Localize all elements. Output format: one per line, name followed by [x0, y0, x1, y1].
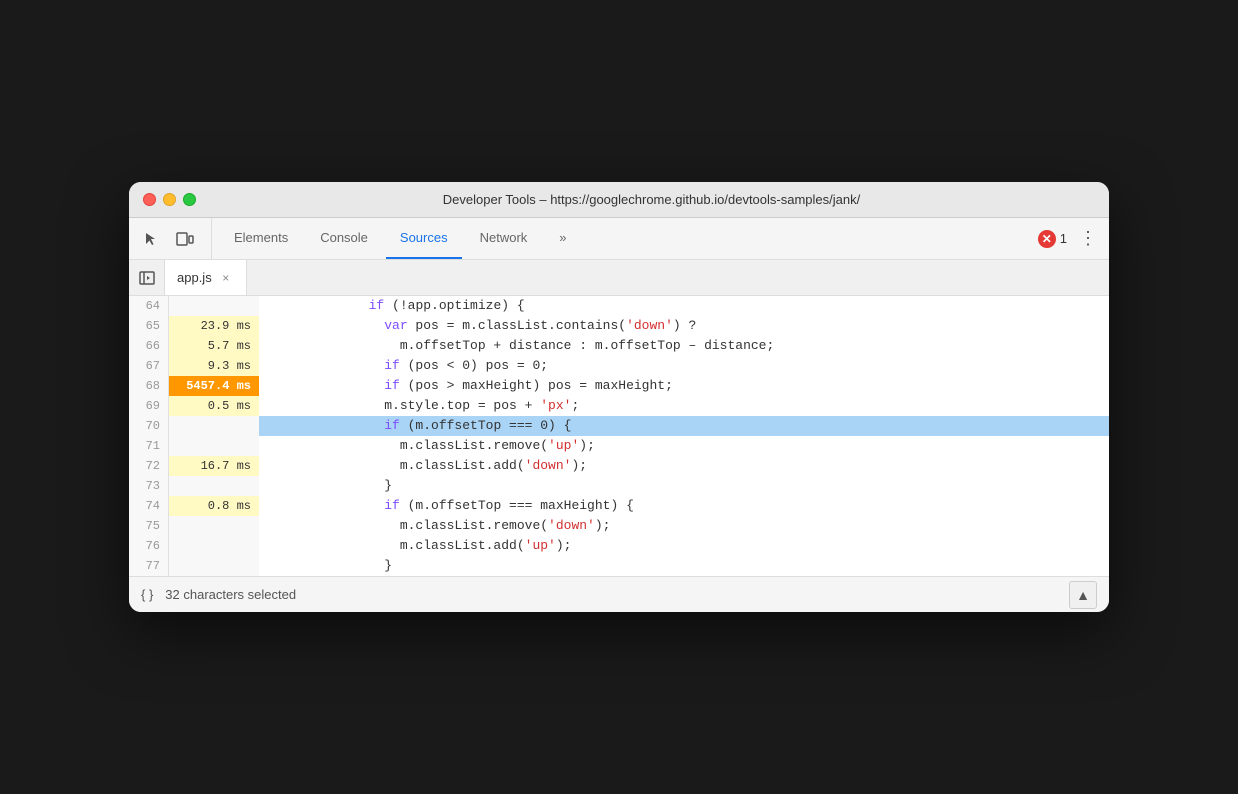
device-toggle-icon[interactable]	[171, 225, 199, 253]
timing-cell: 0.5 ms	[169, 396, 259, 416]
sidebar-toggle-button[interactable]	[129, 260, 165, 296]
tab-elements[interactable]: Elements	[220, 218, 302, 259]
timing-cell: 0.8 ms	[169, 496, 259, 516]
code-content: m.classList.remove('down');	[259, 516, 1109, 536]
line-number: 77	[129, 556, 169, 576]
timing-cell	[169, 416, 259, 436]
line-number: 73	[129, 476, 169, 496]
code-line-76: 76 m.classList.add('up');	[129, 536, 1109, 556]
toolbar-icons	[137, 218, 212, 259]
code-content: }	[259, 476, 1109, 496]
line-number: 68	[129, 376, 169, 396]
line-number: 67	[129, 356, 169, 376]
format-button[interactable]: { }	[141, 587, 153, 602]
code-content: if (pos < 0) pos = 0;	[259, 356, 1109, 376]
format-icon: { }	[141, 587, 153, 602]
line-number: 70	[129, 416, 169, 436]
code-line-72: 7216.7 ms m.classList.add('down');	[129, 456, 1109, 476]
error-count: 1	[1060, 231, 1067, 246]
code-line-73: 73 }	[129, 476, 1109, 496]
timing-cell: 16.7 ms	[169, 456, 259, 476]
window-title: Developer Tools – https://googlechrome.g…	[208, 192, 1095, 207]
scroll-to-top-button[interactable]: ▲	[1069, 581, 1097, 609]
cursor-icon[interactable]	[137, 225, 165, 253]
line-number: 71	[129, 436, 169, 456]
selection-status: 32 characters selected	[165, 587, 1057, 602]
devtools-toolbar: Elements Console Sources Network » ✕ 1 ⋮	[129, 218, 1109, 260]
file-tabbar: app.js ×	[129, 260, 1109, 296]
tab-sources[interactable]: Sources	[386, 218, 462, 259]
maximize-button[interactable]	[183, 193, 196, 206]
statusbar: { } 32 characters selected ▲	[129, 576, 1109, 612]
line-number: 74	[129, 496, 169, 516]
scroll-icon: ▲	[1076, 587, 1090, 603]
code-line-70: 70 if (m.offsetTop === 0) {	[129, 416, 1109, 436]
error-badge[interactable]: ✕ 1	[1038, 230, 1067, 248]
file-tab-appjs[interactable]: app.js ×	[165, 260, 247, 295]
error-icon: ✕	[1038, 230, 1056, 248]
code-content: m.classList.add('up');	[259, 536, 1109, 556]
tab-more[interactable]: »	[545, 218, 580, 259]
timing-cell: 5457.4 ms	[169, 376, 259, 396]
titlebar: Developer Tools – https://googlechrome.g…	[129, 182, 1109, 218]
code-content: if (m.offsetTop === maxHeight) {	[259, 496, 1109, 516]
code-line-75: 75 m.classList.remove('down');	[129, 516, 1109, 536]
code-line-68: 685457.4 ms if (pos > maxHeight) pos = m…	[129, 376, 1109, 396]
code-content: if (!app.optimize) {	[259, 296, 1109, 316]
timing-cell: 5.7 ms	[169, 336, 259, 356]
code-content: m.classList.add('down');	[259, 456, 1109, 476]
code-line-74: 740.8 ms if (m.offsetTop === maxHeight) …	[129, 496, 1109, 516]
timing-cell	[169, 556, 259, 576]
more-menu-button[interactable]: ⋮	[1075, 228, 1101, 249]
toolbar-right: ✕ 1 ⋮	[1038, 218, 1101, 259]
code-line-77: 77 }	[129, 556, 1109, 576]
file-tab-close-button[interactable]: ×	[218, 270, 234, 286]
code-content: if (pos > maxHeight) pos = maxHeight;	[259, 376, 1109, 396]
timing-cell: 9.3 ms	[169, 356, 259, 376]
timing-cell	[169, 516, 259, 536]
line-number: 75	[129, 516, 169, 536]
code-editor[interactable]: 64 if (!app.optimize) {6523.9 ms var pos…	[129, 296, 1109, 576]
line-number: 72	[129, 456, 169, 476]
line-number: 76	[129, 536, 169, 556]
code-content: m.style.top = pos + 'px';	[259, 396, 1109, 416]
timing-cell	[169, 296, 259, 316]
minimize-button[interactable]	[163, 193, 176, 206]
code-content: m.offsetTop + distance : m.offsetTop – d…	[259, 336, 1109, 356]
file-tab-name: app.js	[177, 270, 212, 285]
line-number: 66	[129, 336, 169, 356]
traffic-lights	[143, 193, 196, 206]
close-button[interactable]	[143, 193, 156, 206]
timing-cell	[169, 436, 259, 456]
tab-console[interactable]: Console	[306, 218, 382, 259]
code-line-69: 690.5 ms m.style.top = pos + 'px';	[129, 396, 1109, 416]
code-line-67: 679.3 ms if (pos < 0) pos = 0;	[129, 356, 1109, 376]
code-content: var pos = m.classList.contains('down') ?	[259, 316, 1109, 336]
code-line-66: 665.7 ms m.offsetTop + distance : m.offs…	[129, 336, 1109, 356]
code-line-71: 71 m.classList.remove('up');	[129, 436, 1109, 456]
code-line-64: 64 if (!app.optimize) {	[129, 296, 1109, 316]
timing-cell: 23.9 ms	[169, 316, 259, 336]
line-number: 69	[129, 396, 169, 416]
line-number: 65	[129, 316, 169, 336]
code-content: m.classList.remove('up');	[259, 436, 1109, 456]
tab-network[interactable]: Network	[466, 218, 542, 259]
timing-cell	[169, 476, 259, 496]
timing-cell	[169, 536, 259, 556]
code-line-65: 6523.9 ms var pos = m.classList.contains…	[129, 316, 1109, 336]
line-number: 64	[129, 296, 169, 316]
code-content: if (m.offsetTop === 0) {	[259, 416, 1109, 436]
code-content: }	[259, 556, 1109, 576]
devtools-window: Developer Tools – https://googlechrome.g…	[129, 182, 1109, 612]
